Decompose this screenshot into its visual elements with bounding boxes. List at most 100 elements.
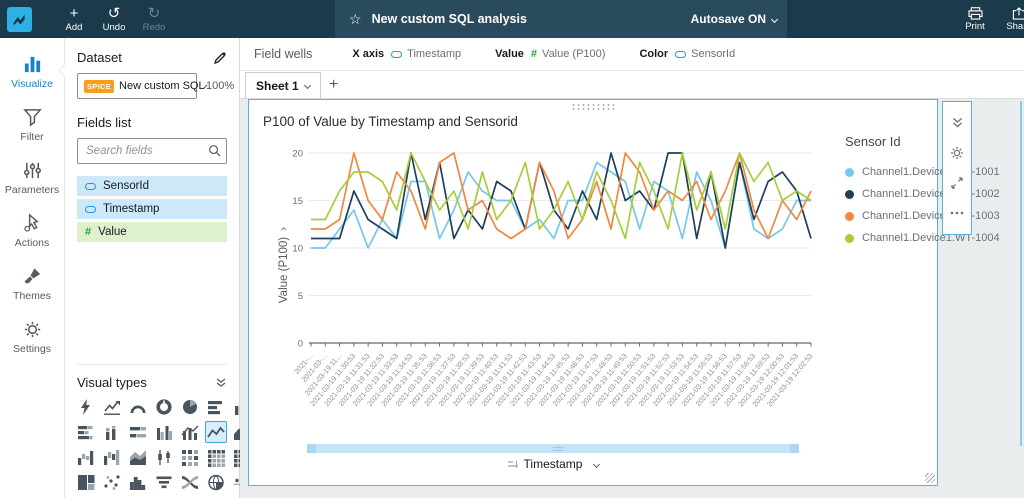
add-sheet-button[interactable]: + xyxy=(321,72,347,98)
quicksight-logo[interactable] xyxy=(0,0,38,38)
redo-button[interactable]: ↻ Redo xyxy=(134,0,174,38)
autosave-dropdown[interactable]: Autosave ON xyxy=(691,0,779,38)
collapse-double-chevron-icon[interactable] xyxy=(215,377,227,388)
funnel-chart-icon xyxy=(156,476,172,488)
x-axis-field-control[interactable]: Timestamp xyxy=(307,457,799,471)
visual-type-gauge[interactable] xyxy=(127,396,149,418)
visual-types-header: Visual types xyxy=(77,375,147,390)
scrollbar-right-cap[interactable] xyxy=(790,444,799,453)
drag-handle[interactable] xyxy=(571,103,615,111)
visualize-icon xyxy=(24,56,40,73)
visual-type-heat-map[interactable] xyxy=(179,446,201,468)
visual-type-filled-map[interactable] xyxy=(205,471,227,493)
spice-capacity-label: 100% xyxy=(206,80,235,92)
undo-icon: ↺ xyxy=(107,4,121,22)
visual-card[interactable]: P100 of Value by Timestamp and Sensorid … xyxy=(248,99,1000,486)
well-color[interactable]: Color SensorId xyxy=(639,48,735,60)
spice-badge: SPICE xyxy=(84,79,115,93)
combo-chart-icon xyxy=(181,425,199,440)
sidebar-item-settings[interactable]: Settings xyxy=(0,317,64,357)
horizontal-stacked-bar-icon xyxy=(78,425,93,439)
scrollbar-left-cap[interactable] xyxy=(307,444,316,453)
field-wells: X axis Timestamp Value # Value (P100) Color Se… xyxy=(352,48,769,60)
visual-type-pivot-table[interactable] xyxy=(205,446,227,468)
visual-type-line-chart[interactable] xyxy=(205,421,227,443)
sidebar-item-themes[interactable]: Themes xyxy=(0,264,64,304)
visual-type-insights[interactable] xyxy=(75,396,97,418)
visual-options-toolbar xyxy=(942,101,972,235)
legend-item[interactable]: Channel1.Device1.WT-1004 xyxy=(845,227,1013,249)
printer-icon xyxy=(967,6,983,20)
measure-icon: # xyxy=(85,226,92,238)
add-button[interactable]: + Add xyxy=(54,0,94,38)
x-axis-scrollbar[interactable] xyxy=(307,444,799,453)
legend-title: Sensor Id xyxy=(845,134,901,149)
histogram-icon xyxy=(130,476,146,490)
legend-color-dot xyxy=(845,167,854,177)
format-visual-gear-icon[interactable] xyxy=(948,144,966,162)
resize-handle[interactable] xyxy=(925,473,935,483)
parameters-icon xyxy=(23,162,41,179)
visual-type-scatter-plot[interactable] xyxy=(101,471,123,493)
visual-type-waterfall-chart[interactable] xyxy=(75,446,97,468)
search-fields-input[interactable] xyxy=(77,138,227,164)
top-navigation-bar: + Add ↺ Undo ↻ Redo ☆ New custom SQL ana… xyxy=(0,0,1024,38)
legend-item[interactable]: Channel1.Device1.WT-1002 xyxy=(845,183,1013,205)
line-chart[interactable]: 051015202021-...2021-03-...2021-03-19 11… xyxy=(249,130,834,448)
visual-type-vertical-stacked-bar[interactable] xyxy=(101,421,123,443)
horizontal-bar-chart-icon xyxy=(208,400,222,414)
dimension-icon xyxy=(675,50,687,58)
visual-type-pie-chart[interactable] xyxy=(179,396,201,418)
chart-legend: Sensor Id Channel1.Device1.WT-1001 Chann… xyxy=(845,134,1013,249)
visual-type-horizontal-bar-chart[interactable] xyxy=(205,396,227,418)
undo-button[interactable]: ↺ Undo xyxy=(94,0,134,38)
sidebar-item-parameters[interactable]: Parameters xyxy=(0,158,64,198)
sheet-tab[interactable]: Sheet 1 xyxy=(245,72,321,98)
visual-type-stacked-area-chart[interactable] xyxy=(127,446,149,468)
sidebar-item-filter[interactable]: Filter xyxy=(0,105,64,145)
visual-type-tree-map[interactable] xyxy=(75,471,97,493)
dimension-icon xyxy=(85,205,96,213)
well-value[interactable]: Value # Value (P100) xyxy=(495,48,605,60)
edit-dataset-pencil-icon[interactable] xyxy=(213,51,227,65)
dataset-header: Dataset xyxy=(77,50,122,65)
field-item-timestamp[interactable]: Timestamp xyxy=(77,199,227,219)
analysis-title-bar: ☆ New custom SQL analysis Autosave ON xyxy=(335,0,787,38)
visual-types-grid xyxy=(75,396,251,498)
visual-type-donut-chart[interactable] xyxy=(153,396,175,418)
visual-type-stacked-waterfall[interactable] xyxy=(101,446,123,468)
field-item-sensorid[interactable]: SensorId xyxy=(77,176,227,196)
dataset-selector[interactable]: SPICE New custom SQL xyxy=(77,73,208,99)
print-button[interactable]: Print xyxy=(956,0,994,38)
visual-type-forecast[interactable] xyxy=(101,396,123,418)
box-plot-icon xyxy=(158,449,170,465)
waterfall-chart-icon xyxy=(78,450,94,465)
favorite-star-icon[interactable]: ☆ xyxy=(349,11,362,28)
sheet-tab-bar: Sheet 1 + xyxy=(240,71,1024,98)
legend-item[interactable]: Channel1.Device1.WT-1001 xyxy=(845,161,1013,183)
maximize-visual-icon[interactable] xyxy=(948,174,966,192)
sidebar-item-actions[interactable]: Actions xyxy=(0,211,64,251)
visual-type-funnel-chart[interactable] xyxy=(153,471,175,493)
share-button[interactable]: Share xyxy=(1000,0,1024,38)
field-wells-bar[interactable]: Field wells X axis Timestamp Value # Value (… xyxy=(240,38,1024,71)
visual-type-box-plot[interactable] xyxy=(153,446,175,468)
visual-menu-dots-icon[interactable] xyxy=(948,204,966,222)
filter-icon xyxy=(22,109,42,127)
field-item-value[interactable]: # Value xyxy=(77,222,227,242)
well-x-axis[interactable]: X axis Timestamp xyxy=(352,48,461,60)
scrollbar-track[interactable] xyxy=(316,444,790,453)
visual-type-sankey-diagram[interactable] xyxy=(179,471,201,493)
visual-type-horizontal-stacked-100[interactable] xyxy=(127,421,149,443)
collapse-visual-double-chevron-icon[interactable] xyxy=(948,114,966,132)
visual-type-combo-chart[interactable] xyxy=(179,421,201,443)
visual-type-vertical-grouped-bar[interactable] xyxy=(153,421,175,443)
legend-color-dot xyxy=(845,211,854,221)
visual-type-horizontal-stacked-bar[interactable] xyxy=(75,421,97,443)
legend-color-dot xyxy=(845,233,854,243)
sheet-canvas: P100 of Value by Timestamp and Sensorid … xyxy=(240,98,1024,498)
stacked-waterfall-icon xyxy=(104,449,120,465)
legend-item[interactable]: Channel1.Device1.WT-1003 xyxy=(845,205,1013,227)
visual-type-histogram[interactable] xyxy=(127,471,149,493)
sidebar-item-visualize[interactable]: Visualize xyxy=(0,52,71,92)
